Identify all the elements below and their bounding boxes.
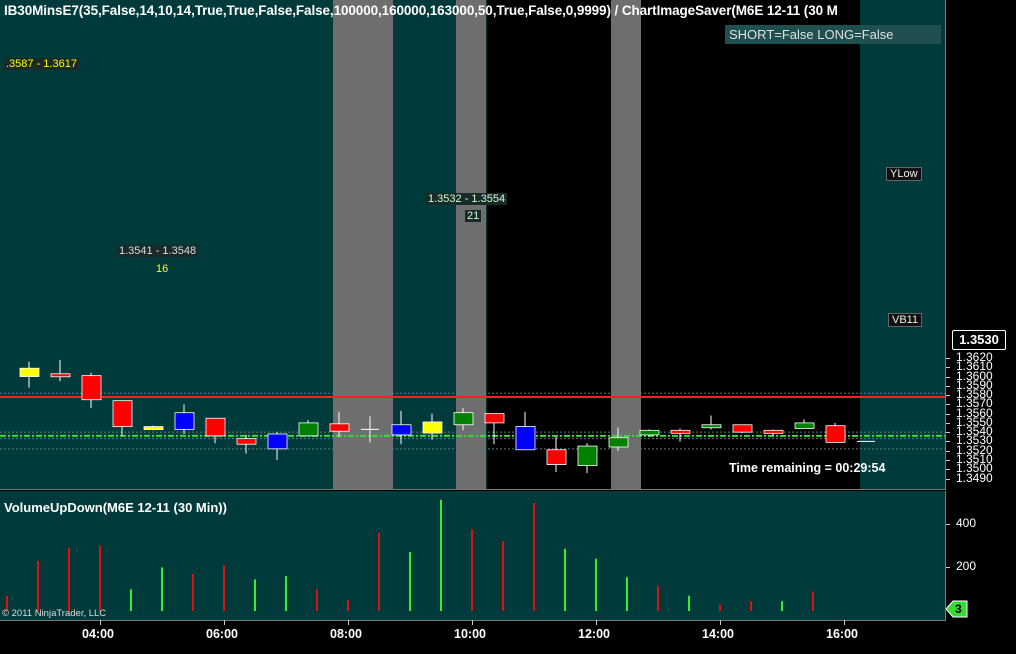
time-tick-label: 12:00 <box>578 627 610 641</box>
candle-body-6 <box>174 412 195 430</box>
indicator-title: IB30MinsE7(35,False,14,10,14,True,True,F… <box>4 3 838 18</box>
candle-body-11 <box>329 423 350 432</box>
price-tick-mark <box>946 469 950 471</box>
time-tick-label: 10:00 <box>454 627 486 641</box>
session-black-area <box>487 0 860 489</box>
ylow-label: YLow <box>886 167 922 181</box>
time-tick-mark <box>472 620 473 625</box>
volume-tick-label: 200 <box>956 559 977 574</box>
candle-body-17 <box>515 426 536 451</box>
volume-badge-value: 3 <box>955 602 962 616</box>
volume-title: VolumeUpDown(M6E 12-11 (30 Min)) <box>4 500 227 515</box>
vb-label: VB11 <box>888 313 923 327</box>
candle-body-3 <box>81 375 102 401</box>
price-tick-mark <box>946 432 950 434</box>
candle-body-24 <box>732 424 753 433</box>
price-tick-mark <box>946 413 950 415</box>
candle-body-1 <box>19 367 40 377</box>
candle-body-25 <box>763 429 784 434</box>
signal-status: SHORT=False LONG=False <box>725 25 941 44</box>
candle-body-8 <box>236 438 257 445</box>
candle-body-5 <box>143 426 164 431</box>
gray-band-1 <box>333 0 393 489</box>
candle-body-19 <box>577 445 598 466</box>
price-panel[interactable]: IB30MinsE7(35,False,14,10,14,True,True,F… <box>0 0 946 490</box>
price-tick-mark <box>946 395 950 397</box>
volume-tick-mark <box>946 523 950 525</box>
time-tick-label: 16:00 <box>826 627 858 641</box>
price-tick-mark <box>946 367 950 369</box>
price-tick-mark <box>946 441 950 443</box>
price-tick-mark <box>946 459 950 461</box>
candle-body-27 <box>825 425 846 443</box>
candle-body-10 <box>298 422 319 437</box>
range-label-1: .3587 - 1.3617 <box>4 58 79 70</box>
time-tick-mark <box>224 620 225 625</box>
time-remaining: Time remaining = 00:29:54 <box>729 461 886 475</box>
time-tick-label: 08:00 <box>330 627 362 641</box>
range-label-3: 1.3532 - 1.3554 <box>426 193 508 205</box>
candle-body-16 <box>484 413 505 424</box>
range-count-3: 21 <box>465 210 482 222</box>
range-count-2: 16 <box>156 263 169 275</box>
candle-body-9 <box>267 433 288 450</box>
copyright: © 2011 NinjaTrader, LLC <box>2 608 107 619</box>
candle-body-23 <box>701 424 722 429</box>
price-tick-label: 1.3620 <box>956 350 993 365</box>
candle-body-2 <box>50 373 71 378</box>
time-tick-label: 06:00 <box>206 627 238 641</box>
candle-body-18 <box>546 449 567 465</box>
candle-body-21 <box>639 429 660 436</box>
volume-tick-label: 400 <box>956 515 977 530</box>
time-tick-mark <box>720 620 721 625</box>
price-tick-mark <box>946 358 950 360</box>
candle-body-26 <box>794 422 815 429</box>
gray-band-3 <box>611 0 641 489</box>
candle-body-13 <box>391 424 412 436</box>
volume-badge: 3 <box>946 600 968 618</box>
volume-tick-mark <box>946 567 950 569</box>
price-tick-mark <box>946 404 950 406</box>
last-price-tag: 1.3530 <box>952 330 1006 350</box>
price-tick-mark <box>946 385 950 387</box>
candle-body-22 <box>670 429 691 434</box>
volume-panel[interactable]: VolumeUpDown(M6E 12-11 (30 Min)) © 2011 … <box>0 491 946 621</box>
candle-body-14 <box>422 421 443 434</box>
candle-body-4 <box>112 400 133 428</box>
candle-body-20 <box>608 437 629 448</box>
candle-body-15 <box>453 412 474 426</box>
candle-body-7 <box>205 417 226 437</box>
range-label-2: 1.3541 - 1.3548 <box>117 245 199 257</box>
time-tick-label: 14:00 <box>702 627 734 641</box>
price-tick-mark <box>946 376 950 378</box>
time-tick-label: 04:00 <box>82 627 114 641</box>
time-tick-mark <box>348 620 349 625</box>
time-tick-mark <box>100 620 101 625</box>
time-tick-mark <box>844 620 845 625</box>
price-tick-mark <box>946 478 950 480</box>
time-tick-mark <box>596 620 597 625</box>
chart-window: IB30MinsE7(35,False,14,10,14,True,True,F… <box>0 0 1016 654</box>
price-tick-mark <box>946 450 950 452</box>
price-tick-mark <box>946 422 950 424</box>
